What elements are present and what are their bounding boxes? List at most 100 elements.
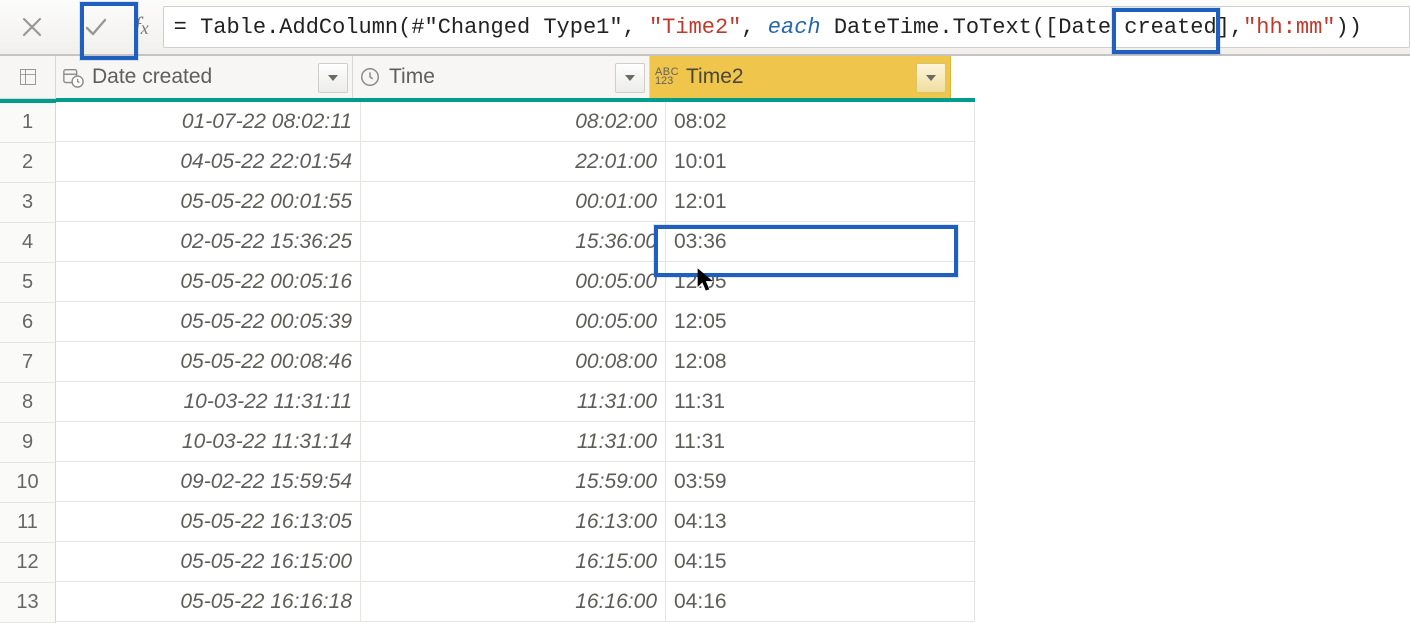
data-grid: 12345678910111213 Date created Time ABC1… (0, 56, 1410, 623)
column-label: Time (387, 65, 649, 89)
formula-text: ) (1349, 15, 1362, 40)
clock-icon (353, 66, 387, 88)
cell[interactable]: 05-05-22 00:01:55 (56, 182, 361, 221)
cell[interactable]: 01-07-22 08:02:11 (56, 102, 361, 141)
cell[interactable]: 11:31 (666, 382, 975, 421)
table-row[interactable]: 05-05-22 16:16:1816:16:0004:16 (56, 582, 975, 622)
row-number[interactable]: 9 (0, 423, 56, 463)
cell[interactable]: 05-05-22 16:13:05 (56, 502, 361, 541)
cell[interactable]: 00:05:00 (361, 302, 666, 341)
cell[interactable]: 09-02-22 15:59:54 (56, 462, 361, 501)
cancel-formula-button[interactable] (4, 3, 60, 51)
cell[interactable]: 04:13 (666, 502, 975, 541)
formula-text: "hh:mm" (1243, 15, 1335, 40)
cell[interactable]: 08:02 (666, 102, 975, 141)
cell[interactable]: 11:31:00 (361, 382, 666, 421)
cell[interactable]: 05-05-22 16:16:18 (56, 582, 361, 621)
columns: Date created Time ABC123 Time2 01-07-22 … (56, 56, 975, 623)
cell[interactable]: 11:31:00 (361, 422, 666, 461)
fx-icon: fx (134, 14, 149, 41)
cell[interactable]: 15:36:00 (361, 222, 666, 261)
cell[interactable]: 03:59 (666, 462, 975, 501)
formula-input[interactable]: = Table.AddColumn(#"Changed Type1", "Tim… (163, 6, 1410, 48)
table-row[interactable]: 01-07-22 08:02:1108:02:0008:02 (56, 102, 975, 142)
cell[interactable]: 00:05:00 (361, 262, 666, 301)
cell[interactable]: 15:59:00 (361, 462, 666, 501)
formula-bar: fx = Table.AddColumn(#"Changed Type1", "… (0, 0, 1410, 56)
column-header-time[interactable]: Time (353, 56, 650, 98)
cell[interactable]: 12:01 (666, 182, 975, 221)
row-number[interactable]: 12 (0, 543, 56, 583)
row-number[interactable]: 4 (0, 223, 56, 263)
datetime-icon (56, 66, 90, 88)
cell[interactable]: 02-05-22 15:36:25 (56, 222, 361, 261)
cell[interactable]: 05-05-22 16:15:00 (56, 542, 361, 581)
chevron-down-icon (328, 75, 338, 81)
column-filter-button[interactable] (318, 63, 348, 93)
cell[interactable]: 04:16 (666, 582, 975, 621)
table-icon (18, 67, 38, 87)
cell[interactable]: 16:13:00 (361, 502, 666, 541)
cell[interactable]: 12:05 (666, 302, 975, 341)
cell[interactable]: 12:08 (666, 342, 975, 381)
cell[interactable]: 05-05-22 00:05:16 (56, 262, 361, 301)
formula-text: #"Changed Type1" (411, 15, 622, 40)
check-icon (84, 15, 108, 39)
table-row[interactable]: 05-05-22 00:05:3900:05:0012:05 (56, 302, 975, 342)
table-row[interactable]: 02-05-22 15:36:2515:36:0003:36 (56, 222, 975, 262)
cell[interactable]: 22:01:00 (361, 142, 666, 181)
chevron-down-icon (926, 75, 936, 81)
table-row[interactable]: 05-05-22 16:13:0516:13:0004:13 (56, 502, 975, 542)
select-all-corner[interactable] (0, 56, 56, 99)
row-number[interactable]: 7 (0, 343, 56, 383)
chevron-down-icon (625, 75, 635, 81)
column-headers: Date created Time ABC123 Time2 (56, 56, 975, 98)
row-number[interactable]: 8 (0, 383, 56, 423)
row-number[interactable]: 6 (0, 303, 56, 343)
abc123-icon: ABC123 (650, 68, 684, 86)
row-number[interactable]: 1 (0, 103, 56, 143)
row-number[interactable]: 13 (0, 583, 56, 623)
row-number[interactable]: 5 (0, 263, 56, 303)
cell[interactable]: 16:16:00 (361, 582, 666, 621)
cell[interactable]: 10-03-22 11:31:11 (56, 382, 361, 421)
row-number[interactable]: 3 (0, 183, 56, 223)
column-label: Date created (90, 65, 352, 89)
formula-text: DateTime.ToText([Date created], (834, 15, 1243, 40)
row-number[interactable]: 11 (0, 503, 56, 543)
table-row[interactable]: 05-05-22 16:15:0016:15:0004:15 (56, 542, 975, 582)
column-filter-button[interactable] (615, 63, 645, 93)
table-row[interactable]: 05-05-22 00:01:5500:01:0012:01 (56, 182, 975, 222)
cell[interactable]: 03:36 (666, 222, 975, 261)
cell[interactable]: 11:31 (666, 422, 975, 461)
cell[interactable]: 04:15 (666, 542, 975, 581)
row-number[interactable]: 10 (0, 463, 56, 503)
formula-text: Table.AddColumn (200, 15, 398, 40)
table-row[interactable]: 05-05-22 00:08:4600:08:0012:08 (56, 342, 975, 382)
cell[interactable]: 08:02:00 (361, 102, 666, 141)
table-row[interactable]: 09-02-22 15:59:5415:59:0003:59 (56, 462, 975, 502)
cell[interactable]: 04-05-22 22:01:54 (56, 142, 361, 181)
row-number[interactable]: 2 (0, 143, 56, 183)
column-header-date-created[interactable]: Date created (56, 56, 353, 98)
table-row[interactable]: 05-05-22 00:05:1600:05:0012:05 (56, 262, 975, 302)
column-filter-button[interactable] (916, 63, 946, 93)
cell[interactable]: 05-05-22 00:08:46 (56, 342, 361, 381)
cell[interactable]: 00:01:00 (361, 182, 666, 221)
cell[interactable]: 16:15:00 (361, 542, 666, 581)
table-row[interactable]: 10-03-22 11:31:1411:31:0011:31 (56, 422, 975, 462)
row-number-gutter: 12345678910111213 (0, 56, 56, 623)
formula-text: = (174, 15, 200, 40)
column-label: Time2 (684, 65, 950, 89)
cell[interactable]: 12:05 (666, 262, 975, 301)
table-row[interactable]: 10-03-22 11:31:1111:31:0011:31 (56, 382, 975, 422)
formula-text: each (768, 15, 821, 40)
cell[interactable]: 05-05-22 00:05:39 (56, 302, 361, 341)
cell[interactable]: 00:08:00 (361, 342, 666, 381)
cell[interactable]: 10:01 (666, 142, 975, 181)
formula-text: "Time2" (649, 15, 741, 40)
commit-formula-button[interactable] (68, 3, 124, 51)
cell[interactable]: 10-03-22 11:31:14 (56, 422, 361, 461)
table-row[interactable]: 04-05-22 22:01:5422:01:0010:01 (56, 142, 975, 182)
column-header-time2[interactable]: ABC123 Time2 (650, 56, 951, 98)
